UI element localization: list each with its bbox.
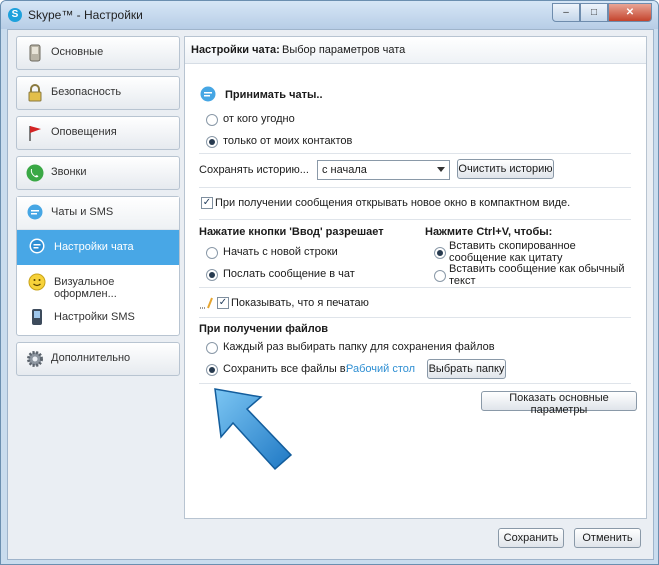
padlock-icon bbox=[28, 84, 42, 102]
clear-history-button[interactable]: Очистить историю bbox=[457, 159, 554, 179]
sidebar-item-advanced[interactable]: Дополнительно bbox=[16, 342, 180, 376]
chat-bubble-icon bbox=[27, 204, 43, 220]
close-icon[interactable]: ✕ bbox=[608, 3, 652, 22]
files-save-all-label[interactable]: Сохранить все файлы в: bbox=[223, 363, 349, 375]
paste-quote-label[interactable]: Вставить скопированное сообщение как цит… bbox=[449, 240, 634, 264]
accept-contacts-label[interactable]: только от моих контактов bbox=[223, 135, 352, 147]
show-basic-settings-button[interactable]: Показать основные параметры bbox=[481, 391, 637, 416]
enter-newline-radio[interactable] bbox=[206, 247, 218, 259]
history-dropdown[interactable]: с начала bbox=[317, 160, 450, 180]
enter-send-label[interactable]: Послать сообщение в чат bbox=[223, 268, 355, 280]
paste-quote-radio[interactable] bbox=[434, 247, 446, 259]
accept-contacts-radio[interactable] bbox=[206, 136, 218, 148]
chat-bubble-icon bbox=[200, 86, 216, 102]
divider bbox=[199, 317, 631, 318]
phone-device-icon bbox=[29, 44, 41, 62]
show-typing-checkbox[interactable]: ✓ bbox=[217, 297, 229, 309]
gear-icon bbox=[27, 351, 43, 367]
sidebar-item-visual-style[interactable]: Визуальное оформлен... bbox=[17, 265, 179, 300]
paste-plain-radio[interactable] bbox=[434, 270, 446, 282]
sidebar-item-label: Дополнительно bbox=[51, 352, 131, 364]
history-dropdown-value: с начала bbox=[322, 164, 367, 176]
paste-plain-label[interactable]: Вставить сообщение как обычный текст bbox=[449, 263, 634, 287]
sidebar-item-notifications[interactable]: Оповещения bbox=[16, 116, 180, 150]
sms-phone-icon bbox=[32, 309, 42, 325]
divider bbox=[199, 287, 631, 288]
enter-newline-label[interactable]: Начать с новой строки bbox=[223, 246, 338, 258]
ctrlv-title: Нажмите Ctrl+V, чтобы: bbox=[425, 226, 553, 238]
settings-frame: Основные Безопасность Оповещения Звонки … bbox=[7, 29, 654, 560]
sidebar-item-label: Настройки SMS bbox=[54, 311, 135, 323]
skype-logo-icon: S bbox=[8, 8, 22, 22]
accept-anyone-radio[interactable] bbox=[206, 114, 218, 126]
settings-window: S Skype™ - Настройки – □ ✕ Основные Безо… bbox=[0, 0, 659, 565]
sidebar-group-chats: Чаты и SMS Настройки чата Визуальное офо… bbox=[16, 196, 180, 336]
sidebar-item-label: Основные bbox=[51, 46, 104, 58]
compact-window-label[interactable]: При получении сообщения открывать новое … bbox=[215, 197, 570, 209]
window-title: Skype™ - Настройки bbox=[28, 8, 143, 22]
panel-subtitle: Выбор параметров чата bbox=[282, 44, 406, 56]
sidebar-item-calls[interactable]: Звонки bbox=[16, 156, 180, 190]
smiley-icon bbox=[28, 273, 46, 291]
sidebar-item-security[interactable]: Безопасность bbox=[16, 76, 180, 110]
window-controls: – □ ✕ bbox=[552, 3, 652, 22]
sidebar-item-label: Чаты и SMS bbox=[51, 206, 114, 218]
maximize-icon[interactable]: □ bbox=[580, 3, 608, 22]
chevron-down-icon bbox=[437, 167, 445, 172]
chat-bubble-icon bbox=[29, 238, 45, 254]
accept-chats-title: Принимать чаты.. bbox=[225, 89, 323, 101]
divider bbox=[199, 153, 631, 154]
sidebar-item-sms-settings[interactable]: Настройки SMS bbox=[17, 300, 179, 335]
enter-key-title: Нажатие кнопки 'Ввод' разрешает bbox=[199, 226, 384, 238]
divider bbox=[199, 187, 631, 188]
sidebar-item-label: Безопасность bbox=[51, 86, 122, 98]
save-folder-link[interactable]: Рабочий стол bbox=[346, 363, 415, 375]
chat-settings-panel: Настройки чата: Выбор параметров чата Пр… bbox=[184, 36, 647, 519]
files-title: При получении файлов bbox=[199, 323, 329, 335]
panel-title: Настройки чата: bbox=[191, 44, 280, 56]
compact-window-checkbox[interactable]: ✓ bbox=[201, 197, 213, 209]
divider bbox=[199, 219, 631, 220]
phone-icon bbox=[26, 164, 44, 182]
files-ask-label[interactable]: Каждый раз выбирать папку для сохранения… bbox=[223, 341, 495, 353]
sidebar-item-label: Оповещения bbox=[51, 126, 117, 138]
pencil-icon bbox=[200, 297, 213, 309]
accept-anyone-label[interactable]: от кого угодно bbox=[223, 113, 295, 125]
sidebar-item-label: Настройки чата bbox=[54, 241, 134, 253]
sidebar-item-chat-settings[interactable]: Настройки чата bbox=[17, 230, 179, 265]
sidebar-item-label: Звонки bbox=[51, 166, 87, 178]
history-label: Сохранять историю... bbox=[199, 164, 309, 176]
files-ask-radio[interactable] bbox=[206, 342, 218, 354]
sidebar-item-label: Визуальное оформлен... bbox=[54, 276, 117, 300]
save-button[interactable]: Сохранить bbox=[498, 528, 564, 548]
sidebar-item-chats[interactable]: Чаты и SMS bbox=[17, 197, 179, 230]
enter-send-radio[interactable] bbox=[206, 269, 218, 281]
cancel-button[interactable]: Отменить bbox=[574, 528, 641, 548]
show-typing-label[interactable]: Показывать, что я печатаю bbox=[231, 297, 369, 309]
sidebar-item-general[interactable]: Основные bbox=[16, 36, 180, 70]
sidebar: Основные Безопасность Оповещения Звонки … bbox=[16, 36, 180, 382]
minimize-icon[interactable]: – bbox=[552, 3, 580, 22]
title-bar[interactable]: S Skype™ - Настройки – □ ✕ bbox=[1, 1, 658, 29]
choose-folder-button[interactable]: Выбрать папку bbox=[427, 359, 506, 379]
panel-header: Настройки чата: Выбор параметров чата bbox=[185, 37, 646, 64]
pointer-arrow-icon bbox=[214, 388, 293, 471]
flag-icon bbox=[29, 126, 41, 141]
